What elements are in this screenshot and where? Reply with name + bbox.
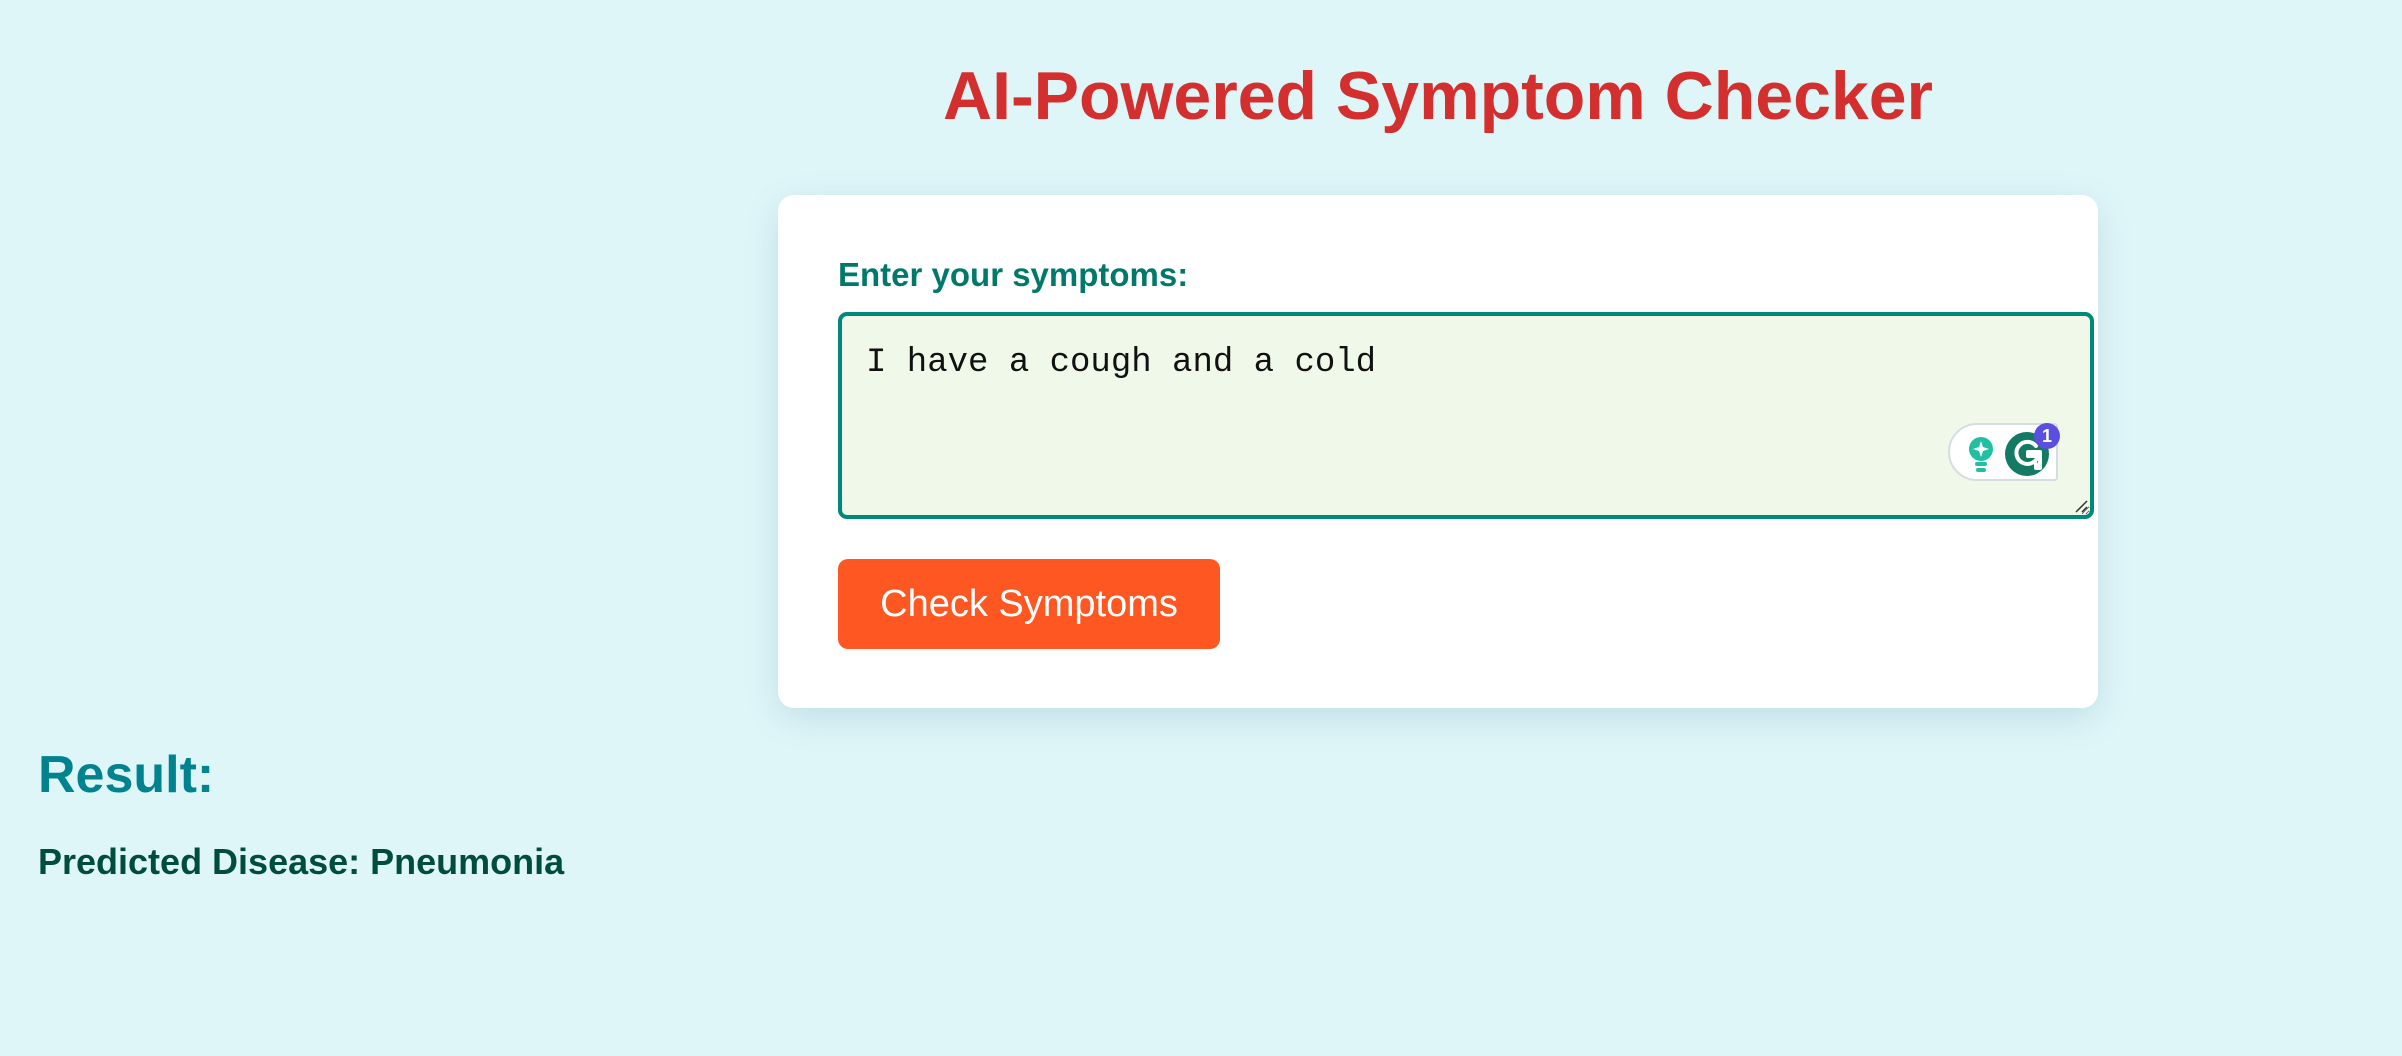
symptom-form-card: Enter your symptoms: I have a cough and … [778, 195, 2098, 708]
symptoms-textarea[interactable]: I have a cough and a cold [838, 312, 2094, 519]
result-heading: Result: [38, 746, 215, 804]
page-title: AI-Powered Symptom Checker [942, 58, 1934, 134]
predicted-disease-text: Predicted Disease: Pneumonia [38, 841, 565, 882]
lightbulb-icon[interactable] [1964, 435, 1998, 473]
symptoms-label: Enter your symptoms: [838, 256, 1189, 293]
grammarly-badge: 1 [2034, 423, 2060, 449]
resize-handle-icon[interactable] [2074, 499, 2088, 513]
check-symptoms-button[interactable]: Check Symptoms [838, 559, 1220, 649]
